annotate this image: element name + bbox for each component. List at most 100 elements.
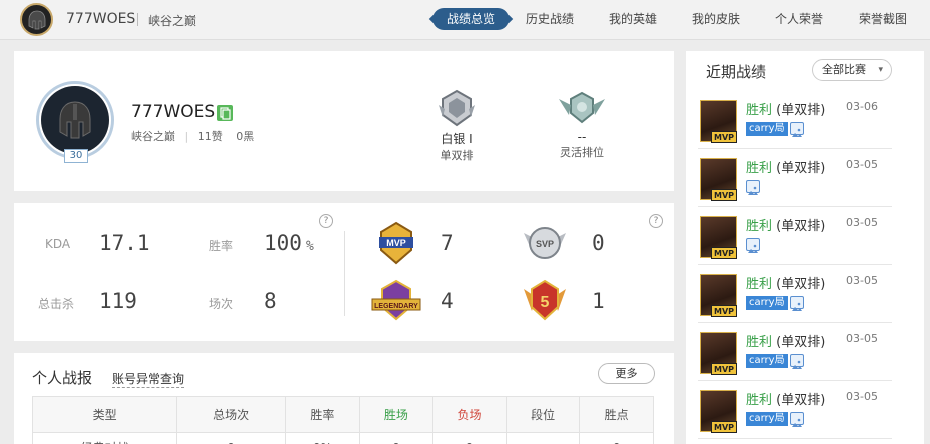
mvp-badge: MVP [711, 247, 737, 259]
match-result-text: 胜利 [746, 219, 773, 234]
match-date: 03-05 [846, 216, 878, 229]
match-result-text: 胜利 [746, 277, 773, 292]
match-date: 03-05 [846, 274, 878, 287]
match-result: 胜利 (单双排) [746, 331, 825, 350]
carry-badge: carry局 [746, 122, 788, 136]
svg-text:LEGENDARY: LEGENDARY [374, 303, 418, 310]
penta-count: 1 [592, 289, 605, 313]
flex-rank[interactable]: -- 灵活排位 [547, 89, 617, 160]
table-cell [505, 432, 581, 444]
picture-icon[interactable] [746, 238, 760, 253]
column-header: 胜场 [358, 396, 434, 433]
match-mode: (单双排) [776, 161, 826, 176]
tab-screenshots[interactable]: 荣誉截图 [859, 8, 907, 30]
svg-text:SVP: SVP [536, 239, 554, 249]
match-result-text: 胜利 [746, 103, 773, 118]
list-item[interactable]: MVP 胜利 (单双排) 03-05 carry局 [698, 324, 892, 381]
mvp-medal-icon[interactable]: MVP [371, 219, 421, 267]
recent-matches-panel: 近期战绩 全部比赛 ▾ MVP 胜利 (单双排) 03-06 carry局 MVP 胜利 … [686, 51, 924, 444]
winrate: 100% [264, 231, 314, 255]
hero-portrait: MVP [700, 332, 737, 375]
carry-badge: carry局 [746, 412, 788, 426]
header-server: 峡谷之巅 [148, 14, 197, 28]
profile-panel: 30 777WOES 峡谷之巅 | 11赞 0黑 白银 Ⅰ 单双排 -- 灵活排… [14, 51, 674, 191]
list-item[interactable]: MVP 胜利 (单双排) 03-06 carry局 [698, 92, 892, 149]
solo-rank[interactable]: 白银 Ⅰ 单双排 [422, 89, 492, 163]
tab-heroes[interactable]: 我的英雄 [609, 8, 657, 30]
top-bar: 777WOES 峡谷之巅 战绩总览 历史战绩 我的英雄 我的皮肤 个人荣誉 荣誉… [0, 0, 930, 40]
list-item[interactable]: MVP 胜利 (单双排) 03-05 carry局 [698, 266, 892, 323]
kda-value: 17.1 [99, 231, 150, 255]
legendary-medal-icon[interactable]: LEGENDARY [368, 277, 424, 325]
list-item[interactable]: MVP 胜利 (单双排) 03-05 carry局 [698, 382, 892, 439]
mvp-badge: MVP [711, 131, 737, 143]
match-result-text: 胜利 [746, 393, 773, 408]
recent-title: 近期战绩 [706, 63, 767, 81]
picture-icon[interactable] [790, 296, 804, 311]
report-panel: 个人战报 账号异常查询 更多 类型 总场次 胜率 胜场 负场 段位 胜点 经典对… [14, 353, 674, 444]
stats-panel: KDA 17.1 胜率 100% ? 总击杀 119 场次 8 ? MVP 7 … [14, 203, 674, 341]
match-filter-dropdown[interactable]: 全部比赛 ▾ [812, 59, 892, 81]
solo-rank-label: 单双排 [440, 149, 474, 162]
more-button[interactable]: 更多 [598, 363, 655, 384]
unranked-rank-icon [559, 91, 605, 124]
avatar[interactable] [36, 81, 114, 159]
mvp-badge: MVP [711, 305, 737, 317]
match-result: 胜利 (单双排) [746, 389, 825, 408]
mvp-badge: MVP [711, 421, 737, 433]
hero-portrait: MVP [700, 158, 737, 201]
match-date: 03-05 [846, 332, 878, 345]
table-cell: 0 [358, 432, 434, 444]
stats-help-icon[interactable]: ? [319, 214, 333, 228]
svp-medal-icon[interactable]: SVP [520, 219, 570, 267]
tab-history[interactable]: 历史战绩 [526, 8, 574, 30]
match-mode: (单双排) [776, 277, 826, 292]
match-result: 胜利 (单双排) [746, 99, 825, 118]
tab-honors[interactable]: 个人荣誉 [775, 8, 823, 30]
tab-skins[interactable]: 我的皮肤 [692, 8, 740, 30]
mvp-count: 7 [441, 231, 454, 255]
account-check-link[interactable]: 账号异常查询 [112, 370, 185, 388]
player-server: 峡谷之巅 [131, 130, 175, 143]
match-result: 胜利 (单双排) [746, 215, 825, 234]
medals-help-icon[interactable]: ? [649, 214, 663, 228]
match-result-text: 胜利 [746, 161, 773, 176]
match-date: 03-05 [846, 390, 878, 403]
silver-rank-icon [439, 89, 475, 127]
copy-icon[interactable] [217, 105, 233, 121]
list-item[interactable]: MVP 胜利 (单双排) 03-05 [698, 150, 892, 207]
match-result-text: 胜利 [746, 335, 773, 350]
winrate-label: 胜率 [209, 239, 234, 253]
match-date: 03-06 [846, 100, 878, 113]
hero-portrait: MVP [700, 390, 737, 433]
helmet-logo-icon[interactable] [20, 3, 53, 36]
player-meta: 峡谷之巅 | 11赞 0黑 [131, 128, 254, 144]
picture-icon[interactable] [790, 412, 804, 427]
games-value: 8 [264, 289, 277, 313]
table-row[interactable]: 经典对战 0 0% 0 0 0 [31, 432, 654, 444]
likes-count: 11赞 [197, 130, 223, 143]
tab-overview[interactable]: 战绩总览 [433, 8, 510, 30]
match-result: 胜利 (单双排) [746, 157, 825, 176]
list-item[interactable]: MVP 胜利 (单双排) 03-05 [698, 208, 892, 265]
svg-text:MVP: MVP [386, 238, 406, 248]
picture-icon[interactable] [790, 354, 804, 369]
column-header: 总场次 [176, 396, 287, 433]
flex-rank-label: 灵活排位 [560, 146, 604, 159]
separator: | [184, 130, 189, 143]
penta-kill-medal-icon[interactable]: 5 [520, 277, 570, 325]
table-cell: 0% [285, 432, 360, 444]
carry-badge: carry局 [746, 354, 788, 368]
carry-badge: carry局 [746, 296, 788, 310]
match-mode: (单双排) [776, 219, 826, 234]
winrate-unit: % [305, 239, 314, 254]
picture-icon[interactable] [746, 180, 760, 195]
mvp-badge: MVP [711, 189, 737, 201]
match-mode: (单双排) [776, 335, 826, 350]
kills-value: 119 [99, 289, 137, 313]
report-title: 个人战报 [32, 369, 93, 387]
table-cell: 0 [579, 432, 654, 444]
kda-label: KDA [45, 237, 71, 251]
player-name: 777WOES [131, 102, 216, 122]
picture-icon[interactable] [790, 122, 804, 137]
